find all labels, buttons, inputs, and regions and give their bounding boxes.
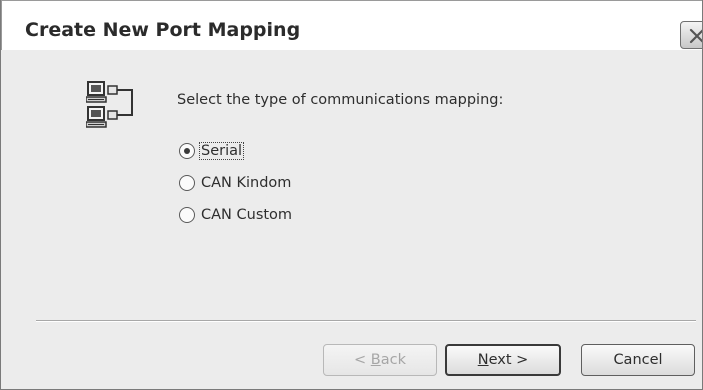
can-custom-label[interactable]: CAN Custom: [200, 207, 293, 223]
close-button[interactable]: [680, 21, 702, 49]
cancel-button[interactable]: Cancel: [581, 344, 695, 376]
dialog-title: Create New Port Mapping: [25, 19, 301, 41]
back-button-mnemonic: B: [370, 352, 381, 368]
serial-radio[interactable]: [179, 143, 195, 159]
back-button[interactable]: < Back: [323, 344, 437, 376]
mapping-type-prompt: Select the type of communications mappin…: [177, 92, 504, 108]
next-button-rest: ext >: [488, 352, 529, 368]
next-button-mnemonic: N: [477, 352, 489, 368]
back-button-prefix: <: [354, 352, 371, 368]
title-bar[interactable]: Create New Port Mapping: [1, 0, 702, 50]
can-kindom-label[interactable]: CAN Kindom: [200, 175, 292, 191]
network-mapping-icon: [86, 81, 133, 128]
next-button[interactable]: Next >: [445, 344, 561, 376]
close-icon: [689, 28, 702, 44]
option-serial[interactable]: Serial: [179, 140, 245, 162]
back-button-rest: ack: [380, 352, 406, 368]
can-kindom-radio[interactable]: [179, 175, 195, 191]
create-port-mapping-dialog: Create New Port Mapping Select the type …: [0, 0, 703, 390]
button-separator: [36, 320, 696, 322]
option-can-custom[interactable]: CAN Custom: [179, 204, 293, 226]
cancel-button-label: Cancel: [613, 352, 663, 368]
option-can-kindom[interactable]: CAN Kindom: [179, 172, 292, 194]
serial-label[interactable]: Serial: [198, 142, 245, 160]
can-custom-radio[interactable]: [179, 207, 195, 223]
